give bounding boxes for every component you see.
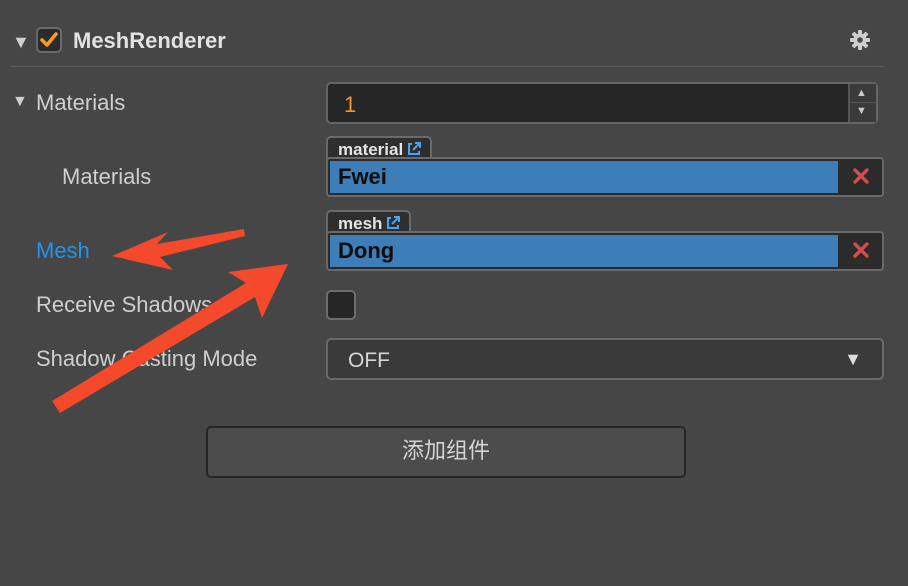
receive-shadows-label: Receive Shadows: [36, 292, 213, 317]
component-title: MeshRenderer: [73, 28, 226, 53]
checkmark-icon: [40, 32, 58, 47]
component-enabled-checkbox[interactable]: [36, 27, 62, 53]
materials-count-input[interactable]: 1 ▲ ▼: [326, 82, 878, 124]
mesh-asset-field[interactable]: Dong: [326, 231, 884, 271]
count-stepper[interactable]: ▲ ▼: [848, 84, 876, 122]
materials-count-value: 1: [344, 92, 357, 117]
header-divider: [10, 66, 884, 67]
add-component-button[interactable]: 添加组件: [206, 426, 686, 478]
shadow-casting-mode-select[interactable]: OFF ▼: [326, 338, 884, 380]
materials-label: Materials: [36, 90, 126, 115]
receive-shadows-checkbox[interactable]: [326, 290, 356, 320]
gear-icon[interactable]: [849, 29, 871, 56]
clear-x-icon[interactable]: [852, 241, 870, 264]
mesh-asset-value[interactable]: Dong: [330, 235, 838, 267]
clear-x-icon[interactable]: [852, 167, 870, 190]
stepper-up-icon[interactable]: ▲: [856, 87, 867, 99]
material-asset-value[interactable]: Fwei: [330, 161, 838, 193]
collapse-caret-icon[interactable]: ▼: [12, 93, 28, 111]
stepper-down-icon[interactable]: ▼: [856, 105, 867, 117]
shadow-casting-mode-value: OFF: [348, 349, 390, 372]
material-asset-field[interactable]: Fwei: [326, 157, 884, 197]
materials-element-label: Materials: [62, 164, 152, 189]
dropdown-arrow-icon: ▼: [844, 349, 862, 369]
shadow-casting-mode-label: Shadow Casting Mode: [36, 346, 258, 371]
mesh-label: Mesh: [36, 238, 90, 263]
annotation-arrow-to-mesh-label: [112, 229, 245, 270]
annotation-arrow-to-mesh-field: [52, 264, 288, 413]
collapse-caret-icon[interactable]: ▼: [12, 32, 30, 53]
